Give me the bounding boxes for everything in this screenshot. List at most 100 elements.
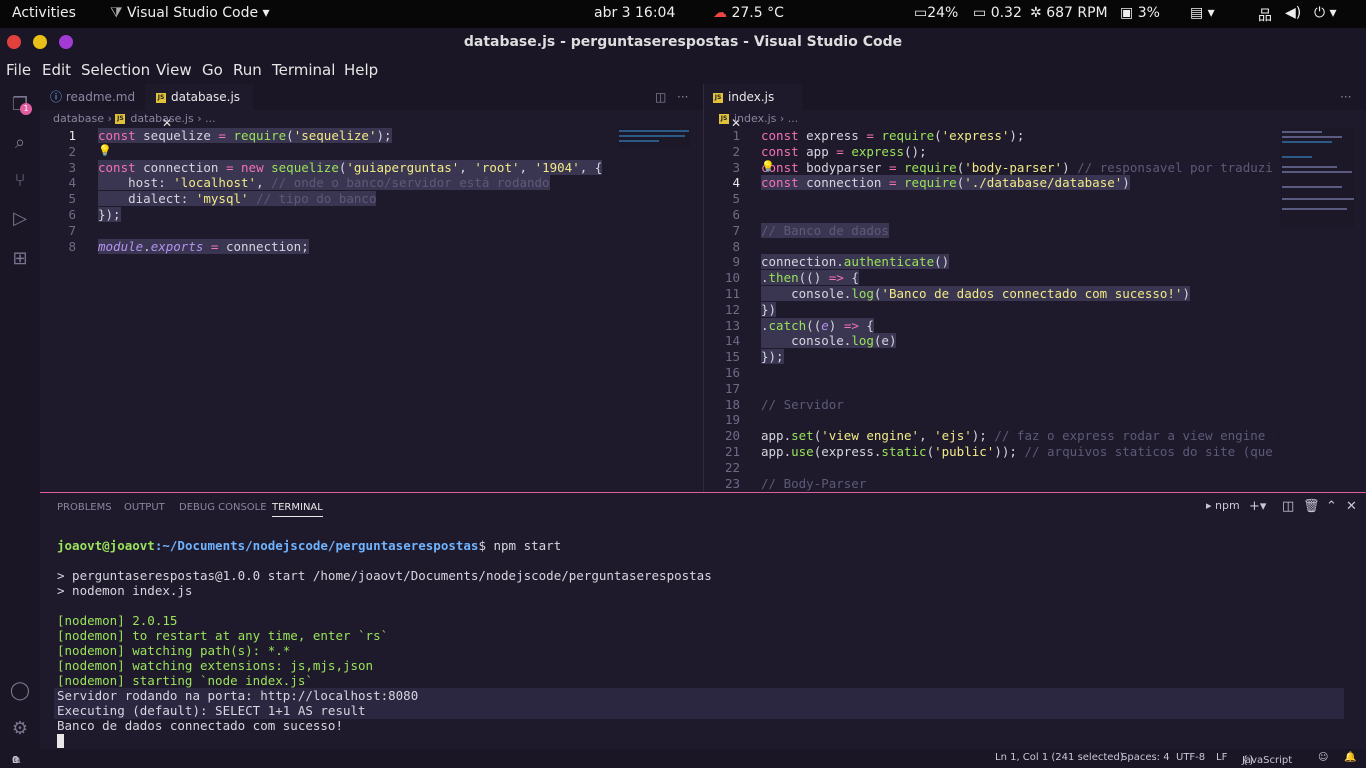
terminal-selector[interactable]: ▸ npm	[1206, 499, 1240, 512]
menu-terminal[interactable]: Terminal	[272, 61, 335, 79]
code-line: const bodyparser = require('body-parser'…	[761, 160, 1274, 175]
left-minimap[interactable]	[619, 128, 691, 148]
new-terminal-icon[interactable]: +▾	[1249, 499, 1266, 514]
breadcrumb: JS index.js › ...	[719, 112, 799, 125]
menu-help[interactable]: Help	[344, 61, 378, 79]
code-token: =	[203, 238, 226, 254]
menu-go[interactable]: Go	[202, 61, 223, 79]
terminal-line: > nodemon index.js	[57, 583, 193, 598]
power-icon[interactable]: ⏻ ▾	[1314, 5, 1337, 21]
breadcrumb-file[interactable]: index.js	[734, 112, 776, 125]
breadcrumb-folder[interactable]: database	[53, 112, 104, 125]
clock[interactable]: abr 3 16:04	[594, 5, 675, 21]
line-number: 4	[732, 175, 740, 191]
run-debug-icon[interactable]: ▷	[9, 208, 31, 229]
code-token: use	[791, 444, 814, 459]
close-panel-icon[interactable]: ✕	[1346, 499, 1357, 514]
tab-database-js[interactable]: JS database.js ✕	[145, 84, 253, 130]
code-token: (	[926, 444, 935, 459]
code-token: // arquivos staticos do site (que não	[1024, 444, 1273, 459]
maximize-panel-icon[interactable]: ⌃	[1326, 499, 1337, 514]
code-token: connection	[143, 159, 226, 175]
line-number: 10	[724, 270, 740, 286]
memory-indicator[interactable]: ▣ 3%	[1120, 5, 1160, 21]
lightbulb-icon[interactable]: 💡	[98, 144, 112, 157]
code-token: (express.	[813, 444, 882, 459]
code-line: const app = express();	[761, 144, 927, 159]
fan-indicator[interactable]: ✲ 687 RPM	[1030, 5, 1108, 21]
code-token: (	[286, 128, 294, 143]
split-editor-icon[interactable]: ◫	[655, 84, 666, 110]
line-number: 1	[732, 128, 740, 143]
tab-debug-console[interactable]: DEBUG CONSOLE	[179, 502, 267, 513]
activities-button[interactable]: Activities	[12, 5, 76, 21]
load-indicator[interactable]: ▭ 0.32	[973, 5, 1022, 21]
more-actions-icon[interactable]: ···	[677, 84, 688, 110]
code-token: ((	[806, 317, 822, 333]
indentation[interactable]: Spaces: 4	[1121, 752, 1170, 763]
search-icon[interactable]: ⌕	[9, 132, 31, 153]
fan-icon: ✲	[1030, 5, 1042, 21]
right-minimap[interactable]	[1280, 128, 1355, 228]
code-line: // Banco de dados	[761, 222, 889, 238]
code-token: static	[881, 444, 927, 459]
tab-problems[interactable]: PROBLEMS	[57, 502, 112, 513]
breadcrumb-symbol[interactable]: ...	[205, 112, 216, 125]
weather-indicator[interactable]: ☁ 27.5 °C	[713, 5, 784, 21]
lightbulb-icon[interactable]: 💡	[761, 160, 775, 173]
feedback-icon[interactable]: ☺	[1318, 752, 1328, 763]
code-token: =	[866, 128, 882, 143]
code-line: .catch((e) => {	[761, 317, 874, 333]
code-line: // Body-Parser	[761, 476, 866, 491]
tab-terminal[interactable]: TERMINAL	[272, 502, 323, 517]
encoding[interactable]: UTF-8	[1176, 752, 1205, 763]
more-actions-icon[interactable]: ···	[1340, 84, 1351, 110]
extensions-icon[interactable]: ⊞	[9, 248, 31, 269]
menu-run[interactable]: Run	[233, 61, 262, 79]
code-token: ,	[256, 175, 272, 191]
code-token: require	[881, 128, 935, 143]
code-line: .then(() => {	[761, 270, 859, 286]
code-token: 'root'	[474, 159, 520, 175]
split-terminal-icon[interactable]: ◫	[1282, 499, 1294, 514]
code-token: 'express'	[941, 128, 1010, 143]
volume-icon[interactable]: ◀)	[1285, 5, 1301, 21]
cursor-position[interactable]: Ln 1, Col 1 (241 selected)	[995, 752, 1124, 763]
breadcrumb-file[interactable]: database.js	[130, 112, 193, 125]
code-token: log	[851, 333, 874, 349]
code-token: );	[1009, 128, 1025, 143]
code-token: require	[904, 159, 957, 175]
code-token: e	[821, 317, 829, 333]
menu-view[interactable]: View	[156, 61, 192, 79]
code-line: const sequelize = require('sequelize');	[98, 128, 392, 143]
network-icon[interactable]: 品	[1258, 5, 1272, 25]
js-file-icon: JS	[719, 114, 729, 124]
end-of-line[interactable]: LF	[1216, 752, 1227, 763]
code-token: ,	[519, 159, 535, 175]
breadcrumb-symbol[interactable]: ...	[788, 112, 799, 125]
code-token: log	[851, 286, 874, 301]
left-code-editor[interactable]: 1 const sequelize = require('sequelize');…	[40, 128, 620, 492]
code-token: sequelize	[143, 128, 219, 143]
code-line: const express = require('express');	[761, 128, 1024, 143]
right-tab-bar: JS index.js ✕ ···	[704, 84, 1366, 130]
account-icon[interactable]: ◯	[9, 680, 31, 701]
temperature: 27.5 °C	[731, 5, 784, 21]
menu-edit[interactable]: Edit	[42, 61, 71, 79]
trash-icon[interactable]: 🗑	[1303, 499, 1320, 514]
notifications-bell-icon[interactable]: 🔔	[1344, 752, 1356, 763]
menu-selection[interactable]: Selection	[81, 61, 150, 79]
code-token: =	[225, 159, 242, 175]
terminal-icon: ▸	[1206, 499, 1212, 512]
terminal-line: [nodemon] to restart at any time, enter …	[57, 628, 389, 643]
tab-readme[interactable]: ⓘ readme.md	[40, 84, 145, 110]
clipboard-icon[interactable]: ▤ ▾	[1190, 5, 1215, 21]
battery-indicator[interactable]: ▭24%	[914, 5, 958, 21]
app-menu[interactable]: ⧩ Visual Studio Code ▾	[110, 5, 270, 21]
menu-file[interactable]: File	[6, 61, 31, 79]
right-code-editor[interactable]: 1 const express = require('express'); 2 con…	[704, 128, 1274, 492]
source-control-icon[interactable]: ⑂	[9, 170, 31, 191]
settings-gear-icon[interactable]: ⚙	[9, 718, 31, 739]
tab-output[interactable]: OUTPUT	[124, 502, 165, 513]
tab-index-js[interactable]: JS index.js ✕	[704, 84, 802, 130]
